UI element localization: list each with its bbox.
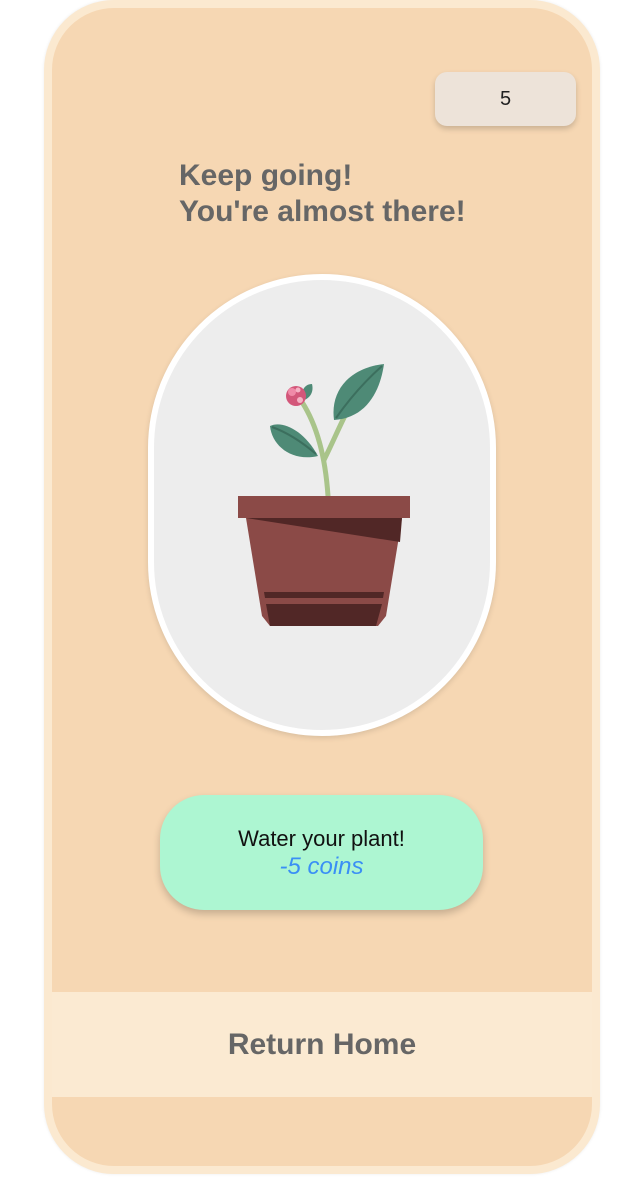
water-button-label: Water your plant!: [238, 825, 405, 851]
water-plant-button[interactable]: Water your plant! -5 coins: [160, 795, 483, 910]
plant-display: [148, 274, 496, 736]
coin-count: 5: [499, 87, 512, 110]
coin-balance-badge: 5: [435, 72, 576, 126]
app-screen: 5 Keep going! You're almost there! Water…: [44, 0, 600, 1174]
potted-plant-icon: [238, 364, 410, 626]
return-home-label: Return Home: [227, 1027, 417, 1061]
message-line-1: Keep going!: [179, 159, 353, 192]
water-cost-label: -5 coins: [279, 852, 364, 880]
encouragement-message: Keep going! You're almost there!: [179, 158, 539, 230]
return-home-button[interactable]: Return Home: [52, 992, 592, 1097]
message-line-2: You're almost there!: [179, 195, 466, 228]
